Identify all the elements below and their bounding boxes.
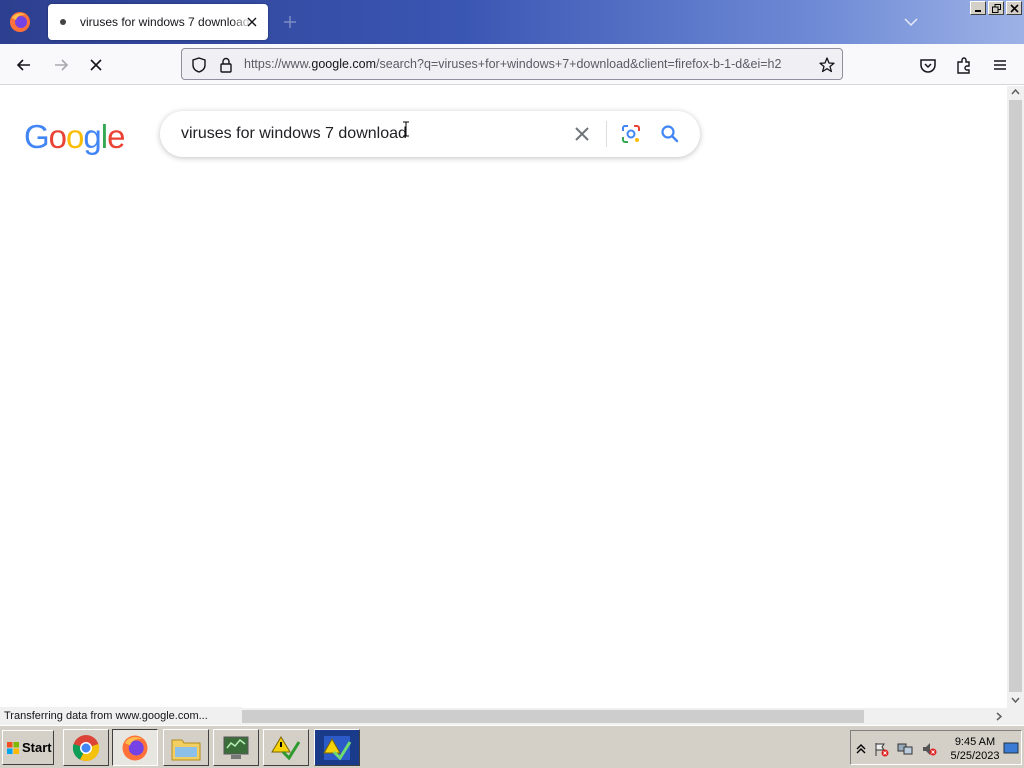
flag-error-icon[interactable] bbox=[873, 741, 889, 757]
warning-check-icon bbox=[271, 735, 301, 760]
active-tab[interactable]: viruses for windows 7 download - Google … bbox=[48, 4, 268, 40]
extensions-icon[interactable] bbox=[954, 55, 974, 75]
url-domain: google.com bbox=[311, 57, 377, 71]
monitor-icon bbox=[223, 736, 249, 759]
taskbar-app-active[interactable] bbox=[314, 729, 360, 766]
restore-button[interactable] bbox=[988, 1, 1004, 15]
system-tray: 9:45 AM 5/25/2023 bbox=[850, 730, 1022, 765]
taskbar-chrome[interactable] bbox=[63, 729, 109, 766]
url-prefix: https://www. bbox=[244, 57, 312, 71]
logo-letter: g bbox=[83, 118, 101, 155]
firefox-icon[interactable] bbox=[8, 10, 32, 34]
pocket-icon[interactable] bbox=[918, 55, 938, 75]
scroll-right-icon[interactable] bbox=[995, 712, 1003, 721]
search-input[interactable]: viruses for windows 7 download bbox=[181, 125, 407, 143]
logo-letter: o bbox=[66, 118, 84, 155]
scroll-corner bbox=[1007, 708, 1024, 725]
clock-date: 5/25/2023 bbox=[950, 750, 1000, 762]
taskbar-clock[interactable]: 9:45 AM 5/25/2023 bbox=[947, 735, 1003, 763]
forward-icon[interactable] bbox=[51, 55, 71, 75]
lock-icon[interactable] bbox=[217, 56, 235, 74]
url-path: /search?q=viruses+for+windows+7+download… bbox=[376, 57, 782, 71]
search-box[interactable]: viruses for windows 7 download bbox=[160, 111, 700, 157]
search-divider bbox=[606, 121, 607, 147]
google-logo[interactable]: Google bbox=[24, 118, 125, 156]
navigation-toolbar: https://www.google.com/search?q=viruses+… bbox=[0, 44, 1024, 85]
close-icon[interactable] bbox=[244, 14, 260, 30]
tab-title: viruses for windows 7 download - Google … bbox=[80, 15, 252, 29]
stop-icon[interactable] bbox=[86, 55, 106, 75]
address-bar[interactable]: https://www.google.com/search?q=viruses+… bbox=[181, 48, 843, 80]
search-icon[interactable] bbox=[658, 122, 682, 146]
taskbar-firefox[interactable] bbox=[112, 729, 158, 766]
scroll-up-icon[interactable] bbox=[1011, 88, 1020, 96]
clear-icon[interactable] bbox=[570, 122, 594, 146]
lens-icon[interactable] bbox=[619, 122, 643, 146]
star-icon[interactable] bbox=[818, 56, 836, 74]
window-controls bbox=[970, 1, 1022, 15]
minimize-button[interactable] bbox=[970, 1, 986, 15]
start-button[interactable]: Start bbox=[2, 730, 54, 765]
clock-time: 9:45 AM bbox=[954, 736, 996, 748]
logo-letter: o bbox=[48, 118, 67, 155]
text-cursor-icon bbox=[403, 121, 409, 137]
volume-muted-icon[interactable] bbox=[921, 741, 937, 757]
folder-icon bbox=[171, 739, 201, 760]
tab-loading-icon bbox=[60, 19, 66, 25]
shield-icon[interactable] bbox=[190, 56, 208, 74]
taskbar-file-explorer[interactable] bbox=[163, 729, 209, 766]
warning-check-icon bbox=[323, 735, 352, 760]
horizontal-scroll-thumb[interactable] bbox=[242, 710, 864, 723]
start-label: Start bbox=[22, 740, 52, 755]
url-text[interactable]: https://www.google.com/search?q=viruses+… bbox=[244, 57, 812, 71]
vertical-scroll-thumb[interactable] bbox=[1009, 100, 1022, 692]
scroll-down-icon[interactable] bbox=[1011, 696, 1020, 704]
taskbar-app-monitor[interactable] bbox=[213, 729, 259, 766]
page-content: Google viruses for windows 7 download bbox=[0, 86, 1007, 706]
logo-letter: e bbox=[107, 118, 125, 155]
browser-tab-strip: viruses for windows 7 download - Google … bbox=[0, 0, 1024, 44]
taskbar-app-warning[interactable] bbox=[263, 729, 309, 766]
status-text: Transferring data from www.google.com... bbox=[0, 707, 242, 725]
show-desktop-icon[interactable] bbox=[1003, 740, 1019, 756]
network-icon[interactable] bbox=[897, 741, 913, 757]
chevron-up-icon[interactable] bbox=[853, 741, 869, 757]
plus-icon[interactable] bbox=[280, 12, 300, 32]
vertical-scrollbar[interactable] bbox=[1007, 86, 1024, 708]
chrome-icon bbox=[72, 734, 100, 761]
windows-taskbar: Start 9:45 AM 5/25/2023 bbox=[0, 725, 1024, 768]
menu-icon[interactable] bbox=[990, 55, 1010, 75]
chevron-down-icon[interactable] bbox=[902, 14, 920, 30]
close-window-button[interactable] bbox=[1006, 1, 1022, 15]
back-icon[interactable] bbox=[14, 55, 34, 75]
windows-flag-icon bbox=[7, 741, 19, 754]
firefox-icon bbox=[122, 735, 148, 760]
logo-letter: G bbox=[24, 118, 50, 155]
